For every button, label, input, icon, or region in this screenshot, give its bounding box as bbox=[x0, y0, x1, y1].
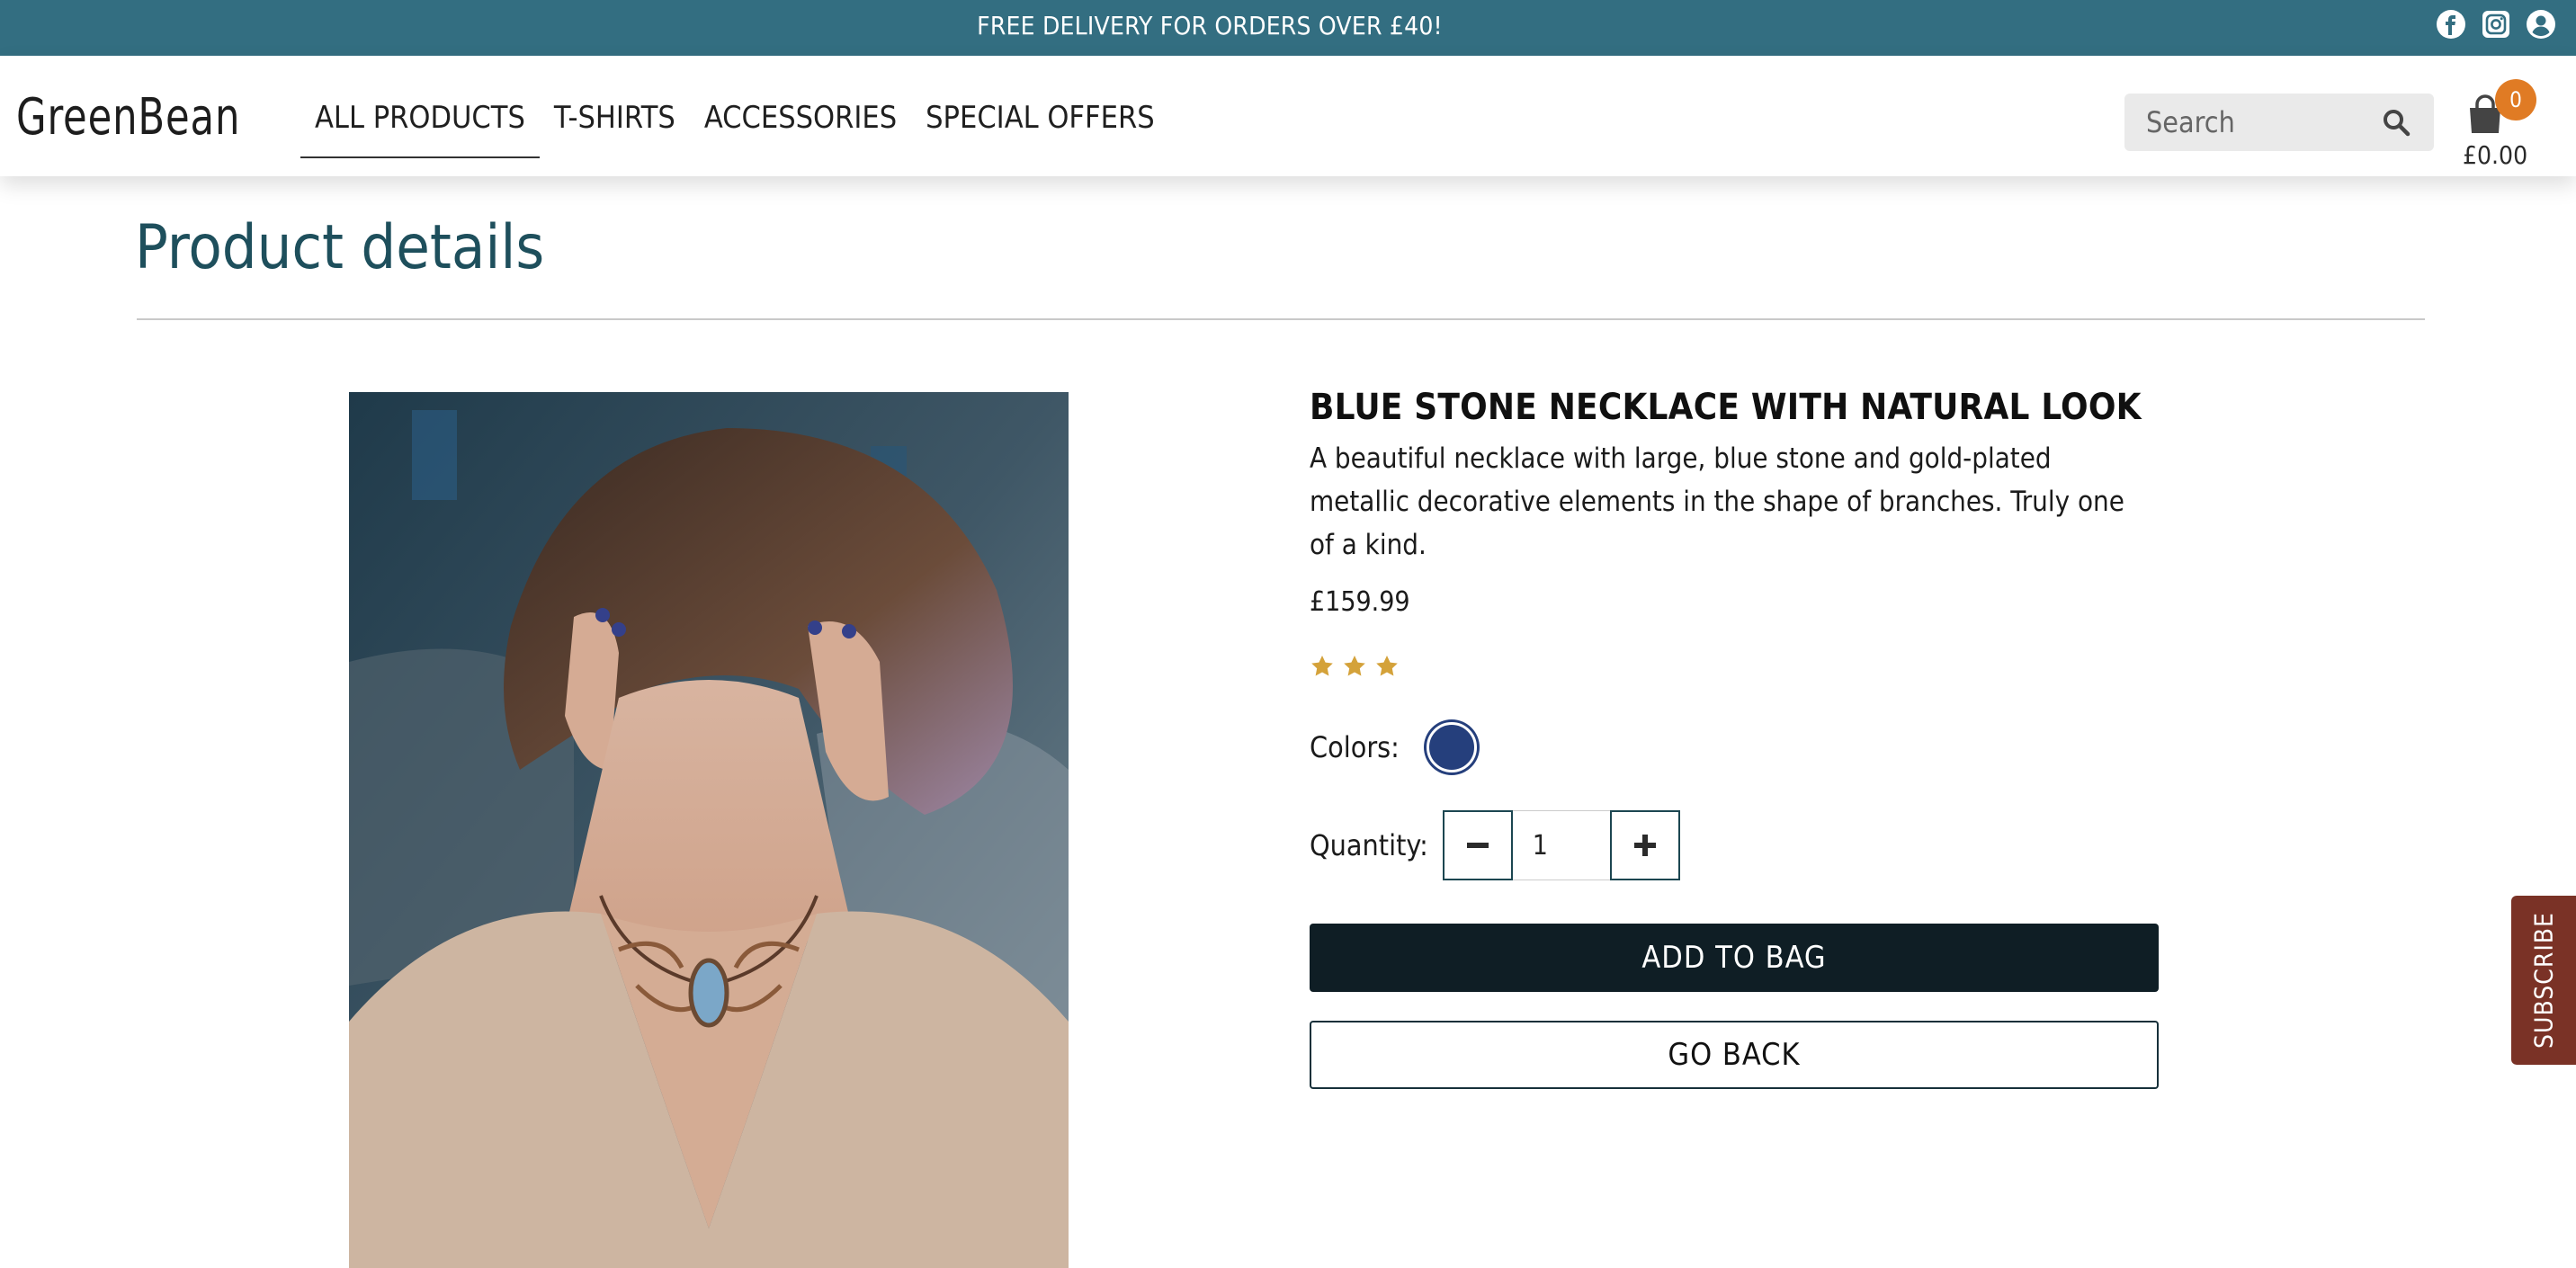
instagram-icon[interactable] bbox=[2481, 9, 2511, 40]
search-box bbox=[2124, 94, 2434, 151]
color-swatch-blue[interactable] bbox=[1426, 722, 1477, 772]
site-header: GreenBean ALL PRODUCTS T-SHIRTS ACCESSOR… bbox=[0, 56, 2576, 176]
nav-t-shirts[interactable]: T-SHIRTS bbox=[540, 56, 690, 158]
rating-stars bbox=[1310, 654, 2164, 681]
quantity-increase-button[interactable] bbox=[1609, 810, 1680, 880]
quantity-decrease-button[interactable] bbox=[1442, 810, 1513, 880]
cart[interactable]: 0 £0.00 bbox=[2457, 72, 2538, 171]
social-icons bbox=[2436, 9, 2556, 40]
quantity-row: Quantity: bbox=[1310, 810, 2164, 880]
star-icon bbox=[1374, 654, 1400, 679]
star-icon bbox=[1310, 654, 1335, 679]
main-nav: ALL PRODUCTS T-SHIRTS ACCESSORIES SPECIA… bbox=[300, 56, 1169, 176]
minus-icon bbox=[1466, 843, 1489, 848]
nav-special-offers[interactable]: SPECIAL OFFERS bbox=[911, 56, 1169, 158]
quantity-input[interactable] bbox=[1512, 810, 1610, 880]
nav-all-products[interactable]: ALL PRODUCTS bbox=[300, 56, 540, 158]
cart-total: £0.00 bbox=[2463, 140, 2528, 170]
colors-label: Colors: bbox=[1310, 730, 1400, 764]
product-price: £159.99 bbox=[1310, 586, 1410, 618]
title-divider bbox=[137, 318, 2425, 320]
product-image bbox=[349, 392, 1069, 1268]
announcement-bar: FREE DELIVERY FOR ORDERS OVER £40! bbox=[0, 0, 2576, 56]
product-detail-panel: BLUE STONE NECKLACE WITH NATURAL LOOK A … bbox=[1310, 387, 2164, 1089]
search-icon[interactable] bbox=[2382, 108, 2411, 137]
nav-accessories[interactable]: ACCESSORIES bbox=[690, 56, 911, 158]
page-title: Product details bbox=[135, 212, 545, 283]
cart-count-badge: 0 bbox=[2495, 79, 2536, 121]
facebook-icon[interactable] bbox=[2436, 9, 2466, 40]
colors-row: Colors: bbox=[1310, 722, 2164, 772]
add-to-bag-button[interactable]: ADD TO BAG bbox=[1310, 924, 2159, 992]
delivery-message: FREE DELIVERY FOR ORDERS OVER £40! bbox=[977, 11, 1443, 40]
plus-icon bbox=[1633, 835, 1656, 856]
star-icon bbox=[1342, 654, 1367, 679]
product-description: A beautiful necklace with large, blue st… bbox=[1310, 442, 2124, 561]
search-input[interactable] bbox=[2124, 94, 2376, 151]
quantity-label: Quantity: bbox=[1310, 828, 1428, 862]
product-name: BLUE STONE NECKLACE WITH NATURAL LOOK bbox=[1310, 387, 2142, 428]
subscribe-tab[interactable]: SUBSCRIBE bbox=[2511, 896, 2576, 1065]
go-back-button[interactable]: GO BACK bbox=[1310, 1021, 2159, 1089]
user-account-icon[interactable] bbox=[2526, 9, 2556, 40]
subscribe-label: SUBSCRIBE bbox=[2528, 912, 2559, 1049]
logo[interactable]: GreenBean bbox=[16, 88, 240, 147]
